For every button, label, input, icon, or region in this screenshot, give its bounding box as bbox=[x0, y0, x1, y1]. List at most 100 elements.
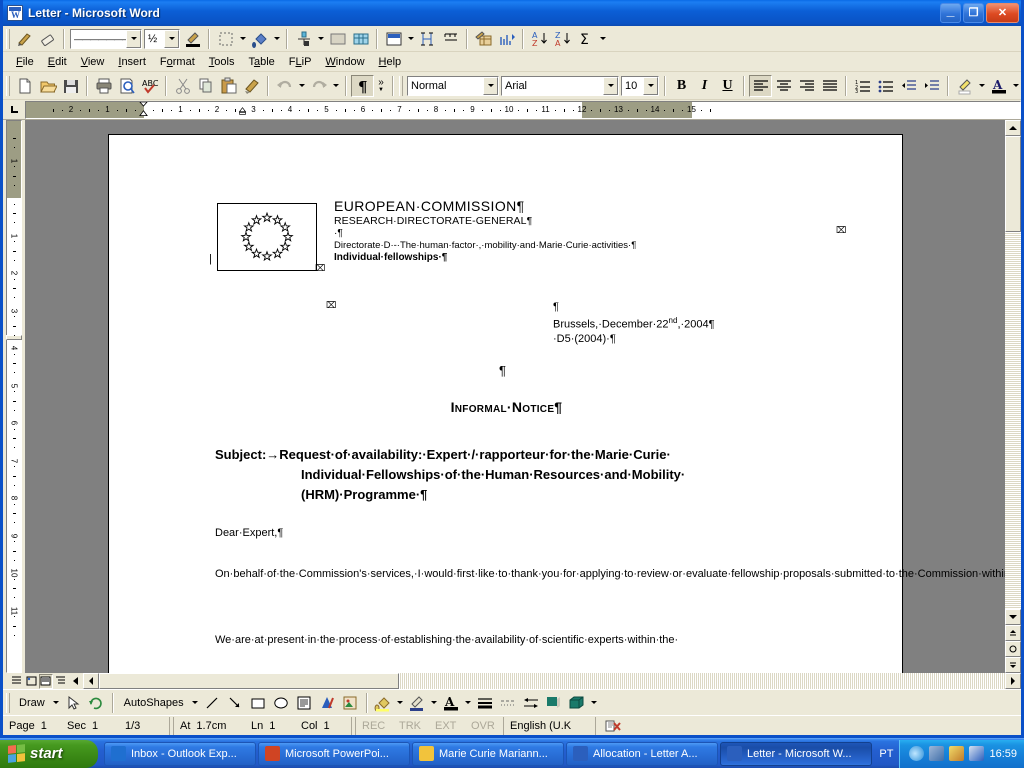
show-formatting-marks-icon[interactable]: ¶ bbox=[351, 74, 374, 97]
toolbar-grip[interactable] bbox=[6, 75, 10, 96]
status-line[interactable]: Ln 1 bbox=[245, 717, 295, 735]
network-icon[interactable] bbox=[929, 746, 945, 761]
eraser-icon[interactable] bbox=[36, 28, 59, 50]
merge-cells-icon[interactable] bbox=[326, 28, 349, 50]
sort-ascending-icon[interactable]: AZ bbox=[528, 28, 551, 50]
right-indent-marker[interactable] bbox=[238, 107, 247, 115]
font-size-combo[interactable]: 10 bbox=[621, 75, 659, 96]
style-combo[interactable]: Normal bbox=[407, 75, 499, 96]
drawing-toolbar-grip[interactable] bbox=[6, 692, 10, 713]
draw-table-icon[interactable] bbox=[13, 28, 36, 50]
increase-indent-icon[interactable] bbox=[920, 75, 943, 97]
status-section[interactable]: Sec 1 bbox=[61, 717, 119, 735]
horizontal-ruler[interactable]: 2 1 1 2 3 4 5 6 7 8 9 10 11 12 13 14 15 bbox=[25, 101, 1021, 119]
font-color-icon[interactable]: A bbox=[987, 75, 1010, 97]
start-button[interactable]: start bbox=[0, 739, 98, 768]
taskbar-button[interactable]: Inbox - Outlook Exp... bbox=[104, 741, 256, 766]
status-ext[interactable]: EXT bbox=[429, 717, 465, 735]
menu-view[interactable]: View bbox=[74, 54, 112, 70]
split-cells-icon[interactable] bbox=[349, 28, 372, 50]
print-layout-view-icon[interactable] bbox=[38, 673, 54, 689]
highlight-color-icon[interactable] bbox=[953, 75, 976, 97]
menu-format[interactable]: Format bbox=[153, 54, 202, 70]
distribute-columns-icon[interactable] bbox=[439, 28, 462, 50]
document-page[interactable]: ⌧ | EUROPEAN·COMMISSION¶ RESEARCH·DIRECT… bbox=[108, 134, 1005, 673]
menu-flip[interactable]: FLiP bbox=[282, 54, 319, 70]
arrow-style-icon[interactable] bbox=[520, 692, 543, 714]
select-browse-object-button[interactable] bbox=[1005, 641, 1021, 657]
paste-icon[interactable] bbox=[217, 75, 240, 97]
menu-tools[interactable]: Tools bbox=[202, 54, 242, 70]
menu-help[interactable]: Help bbox=[372, 54, 409, 70]
insert-table-icon[interactable] bbox=[292, 28, 315, 50]
chevron-down-icon[interactable] bbox=[483, 76, 498, 95]
format-painter-icon[interactable] bbox=[240, 75, 263, 97]
redo-icon[interactable] bbox=[307, 75, 330, 97]
copy-icon[interactable] bbox=[194, 75, 217, 97]
line-color-icon[interactable] bbox=[406, 692, 429, 714]
input-language-indicator[interactable]: PT bbox=[879, 748, 893, 760]
align-right-icon[interactable] bbox=[795, 75, 818, 97]
shading-color-icon[interactable] bbox=[248, 28, 271, 50]
scroll-right-button[interactable] bbox=[1005, 673, 1021, 689]
insert-picture-icon[interactable] bbox=[339, 692, 362, 714]
chevron-down-icon[interactable] bbox=[164, 29, 179, 48]
open-icon[interactable] bbox=[36, 75, 59, 97]
menu-table[interactable]: Table bbox=[241, 54, 281, 70]
menu-insert[interactable]: Insert bbox=[111, 54, 153, 70]
font-combo[interactable]: Arial bbox=[501, 75, 619, 96]
print-preview-icon[interactable] bbox=[115, 75, 138, 97]
select-objects-icon[interactable] bbox=[62, 692, 85, 714]
normal-view-icon[interactable] bbox=[9, 674, 24, 689]
bold-button[interactable]: B bbox=[670, 75, 693, 97]
fill-color-icon[interactable] bbox=[372, 692, 395, 714]
outline-view-icon[interactable] bbox=[53, 674, 68, 689]
highlight-dropdown-arrow[interactable] bbox=[976, 75, 987, 97]
line-color-dropdown-arrow[interactable] bbox=[429, 692, 440, 714]
autosum-dropdown-arrow[interactable] bbox=[597, 28, 608, 50]
shading-dropdown-arrow[interactable] bbox=[271, 28, 282, 50]
tab-stop-selector[interactable] bbox=[3, 100, 25, 119]
taskbar-button[interactable]: Marie Curie Mariann... bbox=[412, 741, 564, 766]
hanging-indent-marker[interactable] bbox=[139, 110, 148, 118]
chevron-down-icon[interactable] bbox=[603, 76, 618, 95]
title-bar[interactable]: Letter - Microsoft Word _ ❐ ✕ bbox=[3, 0, 1021, 26]
font-color-draw-dropdown-arrow[interactable] bbox=[463, 692, 474, 714]
european-union-flag[interactable] bbox=[217, 203, 317, 271]
align-justify-icon[interactable] bbox=[818, 75, 841, 97]
bulleted-list-icon[interactable] bbox=[874, 75, 897, 97]
borders-dropdown-arrow[interactable] bbox=[237, 28, 248, 50]
free-rotate-icon[interactable] bbox=[85, 692, 108, 714]
autosum-icon[interactable]: Σ bbox=[574, 28, 597, 50]
align-left-icon[interactable] bbox=[749, 74, 772, 97]
numbered-list-icon[interactable]: 123 bbox=[851, 75, 874, 97]
line-style-icon[interactable] bbox=[474, 692, 497, 714]
shadow-style-icon[interactable] bbox=[543, 692, 566, 714]
scroll-left-button[interactable] bbox=[83, 673, 99, 689]
align-icon[interactable] bbox=[382, 28, 405, 50]
arrow-icon[interactable] bbox=[224, 692, 247, 714]
3d-style-icon[interactable] bbox=[566, 692, 589, 714]
line-icon[interactable] bbox=[201, 692, 224, 714]
redo-dropdown-arrow[interactable] bbox=[330, 75, 341, 97]
volume-icon[interactable] bbox=[909, 746, 925, 761]
draw-menu-arrow[interactable] bbox=[51, 692, 62, 714]
autoshapes-menu-arrow[interactable] bbox=[190, 692, 201, 714]
decrease-indent-icon[interactable] bbox=[897, 75, 920, 97]
chevron-down-icon[interactable] bbox=[643, 76, 658, 95]
italic-button[interactable]: I bbox=[693, 75, 716, 97]
text-box-icon[interactable] bbox=[293, 692, 316, 714]
status-rec[interactable]: REC bbox=[355, 716, 393, 735]
table-autoformat-icon[interactable] bbox=[472, 28, 495, 50]
scroll-up-button[interactable] bbox=[1005, 120, 1021, 136]
undo-dropdown-arrow[interactable] bbox=[296, 75, 307, 97]
rectangle-icon[interactable] bbox=[247, 692, 270, 714]
next-page-button[interactable] bbox=[1005, 657, 1021, 673]
change-text-direction-icon[interactable] bbox=[495, 28, 518, 50]
distribute-rows-icon[interactable] bbox=[416, 28, 439, 50]
save-icon[interactable] bbox=[59, 75, 82, 97]
align-dropdown-arrow[interactable] bbox=[405, 28, 416, 50]
spelling-grammar-icon[interactable]: ABC bbox=[138, 75, 161, 97]
oval-icon[interactable] bbox=[270, 692, 293, 714]
vertical-ruler[interactable]: 1 1 2 3 4 5 6 7 8 9 10 11 bbox=[6, 120, 22, 673]
